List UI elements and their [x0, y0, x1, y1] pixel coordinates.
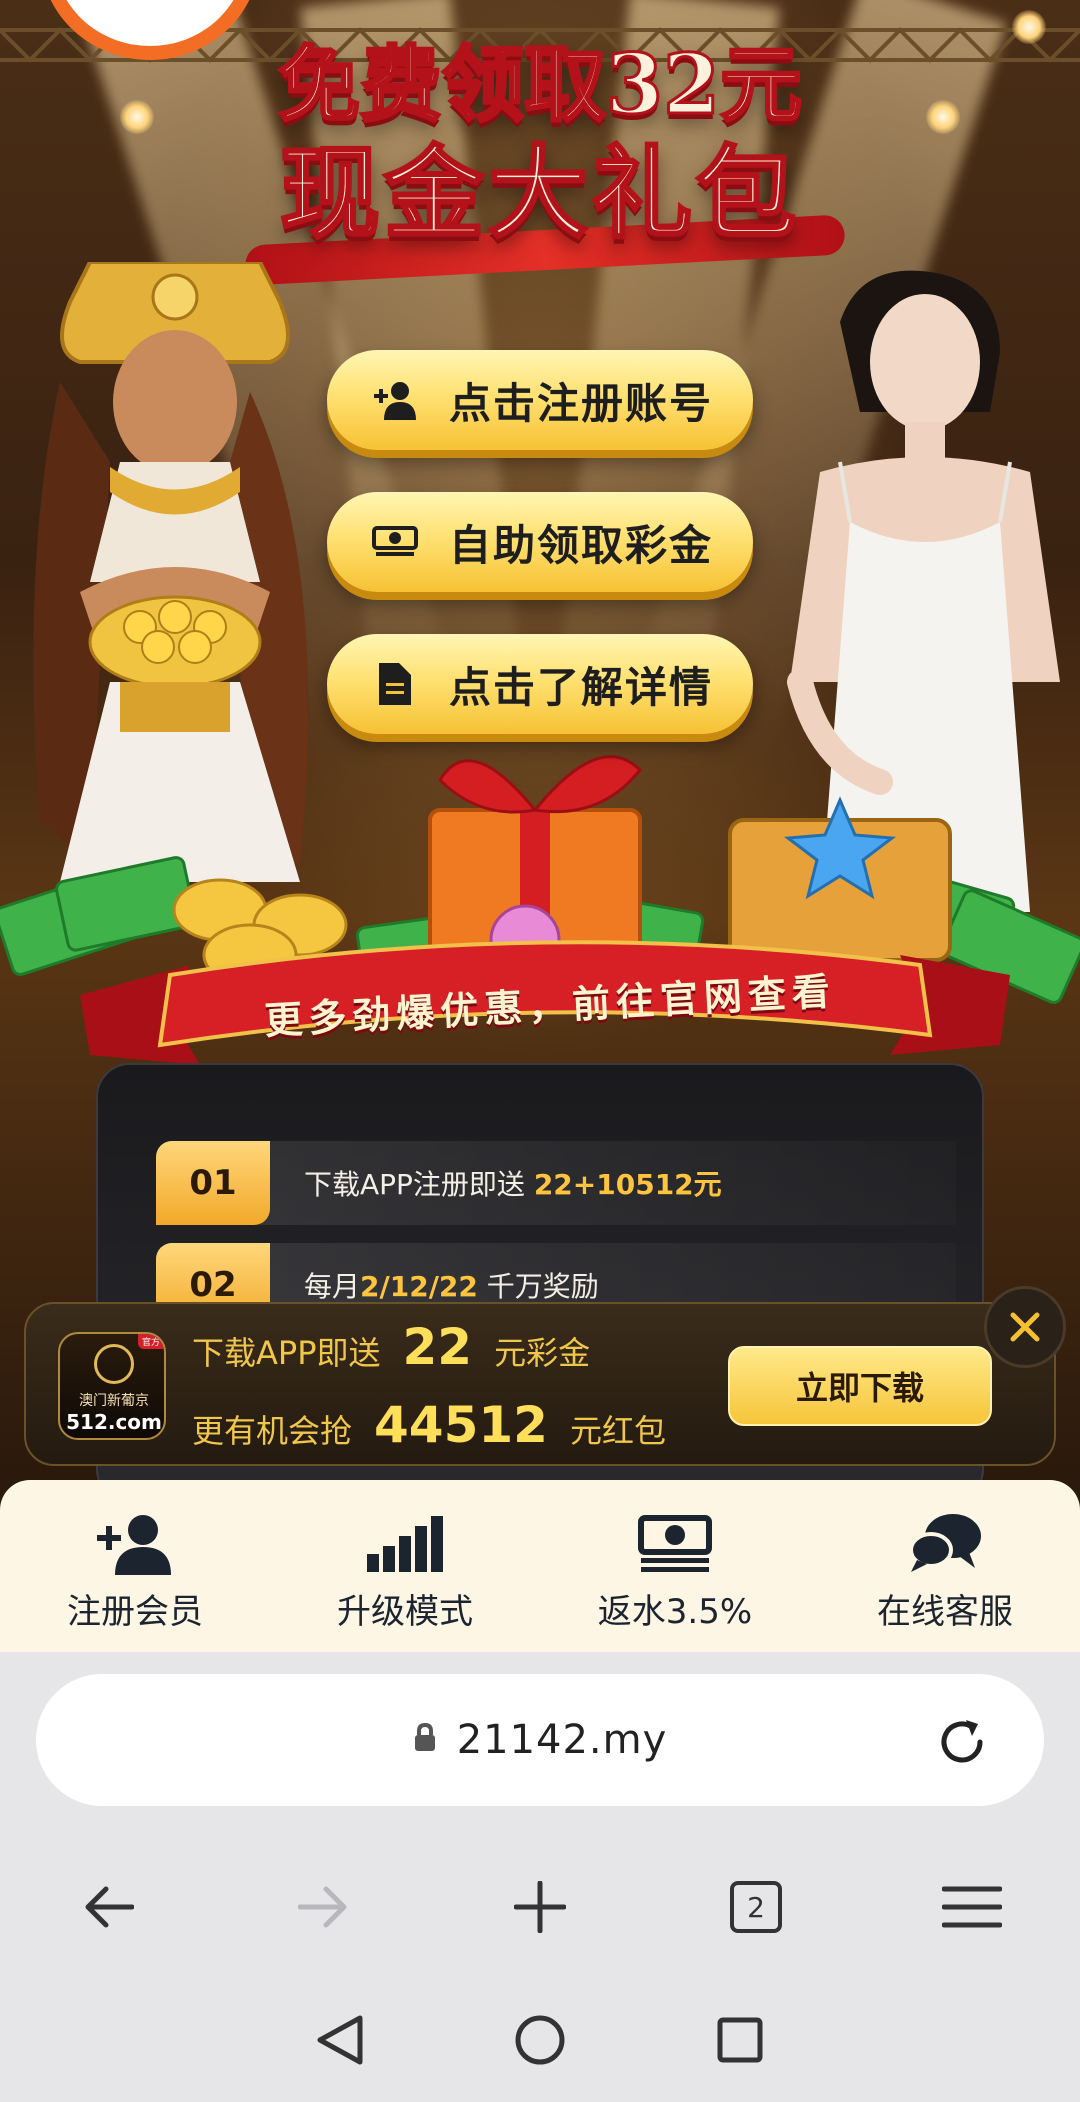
- offer2-suffix: 元红包: [569, 1412, 666, 1450]
- offer1-amount: 22: [402, 1318, 473, 1376]
- tab-online-support[interactable]: 在线客服: [810, 1480, 1080, 1652]
- document-icon: [371, 660, 419, 708]
- crown-icon: [94, 1344, 134, 1384]
- tab-register-member[interactable]: 注册会员: [0, 1480, 270, 1652]
- app-logo-tag: 官方: [137, 1334, 164, 1349]
- tab-online-support-label: 在线客服: [877, 1592, 1013, 1632]
- download-offer-line2: 更有机会抢 44512 元红包: [192, 1396, 666, 1454]
- triangle-back-icon: [317, 2015, 363, 2065]
- tab-cashback[interactable]: 返水3.5%: [540, 1480, 810, 1652]
- reload-icon: [941, 1720, 983, 1763]
- learn-more-button[interactable]: 点击了解详情: [327, 634, 753, 734]
- system-home-button[interactable]: [514, 2014, 566, 2070]
- promo-list-item: 01 下载APP注册即送 22+10512元: [156, 1141, 956, 1225]
- claim-bonus-label: 自助领取彩金: [449, 520, 714, 570]
- system-navigation-bar: [0, 1982, 1080, 2102]
- cash-icon: [637, 1512, 713, 1576]
- offer2-prefix: 更有机会抢: [192, 1412, 353, 1450]
- offer1-suffix: 元彩金: [494, 1334, 591, 1372]
- plus-icon: [514, 1881, 566, 1933]
- bottom-tab-bar: 注册会员 升级模式 返水3.5% 在线客服: [0, 1480, 1080, 1652]
- offer1-prefix: 下载APP即送: [192, 1334, 381, 1372]
- add-user-icon: [97, 1512, 173, 1576]
- app-logo: 官方 澳门新葡京 512.com: [58, 1332, 166, 1440]
- close-download-banner-button[interactable]: [984, 1286, 1066, 1368]
- add-user-icon: [371, 376, 419, 424]
- tab-upgrade-mode-label: 升级模式: [337, 1592, 473, 1632]
- back-button[interactable]: [63, 1862, 153, 1952]
- promo-item-number: 01: [156, 1141, 270, 1225]
- lock-icon: [413, 1722, 437, 1757]
- system-recents-button[interactable]: [716, 2016, 764, 2068]
- promo-item-highlight: 22+10512元: [533, 1168, 722, 1201]
- app-logo-domain: 512.com: [66, 1410, 162, 1434]
- promo-item-text: 每月2/12/22 千万奖励: [304, 1265, 599, 1305]
- promo-item-text-before: 每月: [304, 1270, 361, 1303]
- register-account-button[interactable]: 点击注册账号: [327, 350, 753, 450]
- browser-address-area: 21142.my: [0, 1652, 1080, 1832]
- system-back-button[interactable]: [316, 2014, 364, 2070]
- tab-count: 2: [730, 1881, 782, 1933]
- forward-button[interactable]: [279, 1862, 369, 1952]
- learn-more-label: 点击了解详情: [449, 662, 714, 712]
- tab-upgrade-mode[interactable]: 升级模式: [270, 1480, 540, 1652]
- download-now-button[interactable]: 立即下载: [728, 1346, 992, 1426]
- reload-button[interactable]: [932, 1712, 992, 1772]
- app-download-banner: 官方 澳门新葡京 512.com 下载APP即送 22 元彩金 更有机会抢 44…: [24, 1302, 1056, 1466]
- chat-bubbles-icon: [909, 1512, 981, 1576]
- app-logo-name: 澳门新葡京: [79, 1393, 149, 1409]
- promo-hero: 免费领取32元 现金大礼包 更多劲爆优惠，前往官网查看 01 下载APP注册即送…: [0, 0, 1080, 1480]
- promo-item-text-after: 千万奖励: [477, 1270, 599, 1303]
- square-recents-icon: [717, 2017, 763, 2063]
- download-offer-line1: 下载APP即送 22 元彩金: [192, 1318, 590, 1376]
- cash-icon: [371, 518, 419, 566]
- register-account-label: 点击注册账号: [449, 378, 714, 428]
- bar-chart-icon: [367, 1512, 443, 1576]
- tab-cashback-label: 返水3.5%: [597, 1592, 753, 1632]
- close-icon: [1010, 1312, 1040, 1342]
- tab-register-member-label: 注册会员: [67, 1592, 203, 1632]
- claim-bonus-button[interactable]: 自助领取彩金: [327, 492, 753, 592]
- address-bar[interactable]: 21142.my: [36, 1674, 1044, 1806]
- offer2-amount: 44512: [374, 1396, 548, 1454]
- hamburger-menu-icon: [942, 1886, 1002, 1928]
- promo-item-highlight: 2/12/22: [360, 1270, 478, 1303]
- new-tab-button[interactable]: [495, 1862, 585, 1952]
- promo-item-text: 下载APP注册即送 22+10512元: [304, 1163, 722, 1203]
- browser-toolbar: 2: [0, 1832, 1080, 1982]
- tabs-switcher-button[interactable]: 2: [711, 1862, 801, 1952]
- url-text: 21142.my: [456, 1717, 668, 1763]
- circle-home-icon: [515, 2015, 565, 2065]
- headline-line2: 现金大礼包: [279, 133, 800, 254]
- arrow-right-icon: [298, 1886, 347, 1928]
- menu-button[interactable]: [927, 1862, 1017, 1952]
- arrow-left-icon: [85, 1886, 134, 1928]
- promo-item-text-before: 下载APP注册即送: [304, 1168, 534, 1201]
